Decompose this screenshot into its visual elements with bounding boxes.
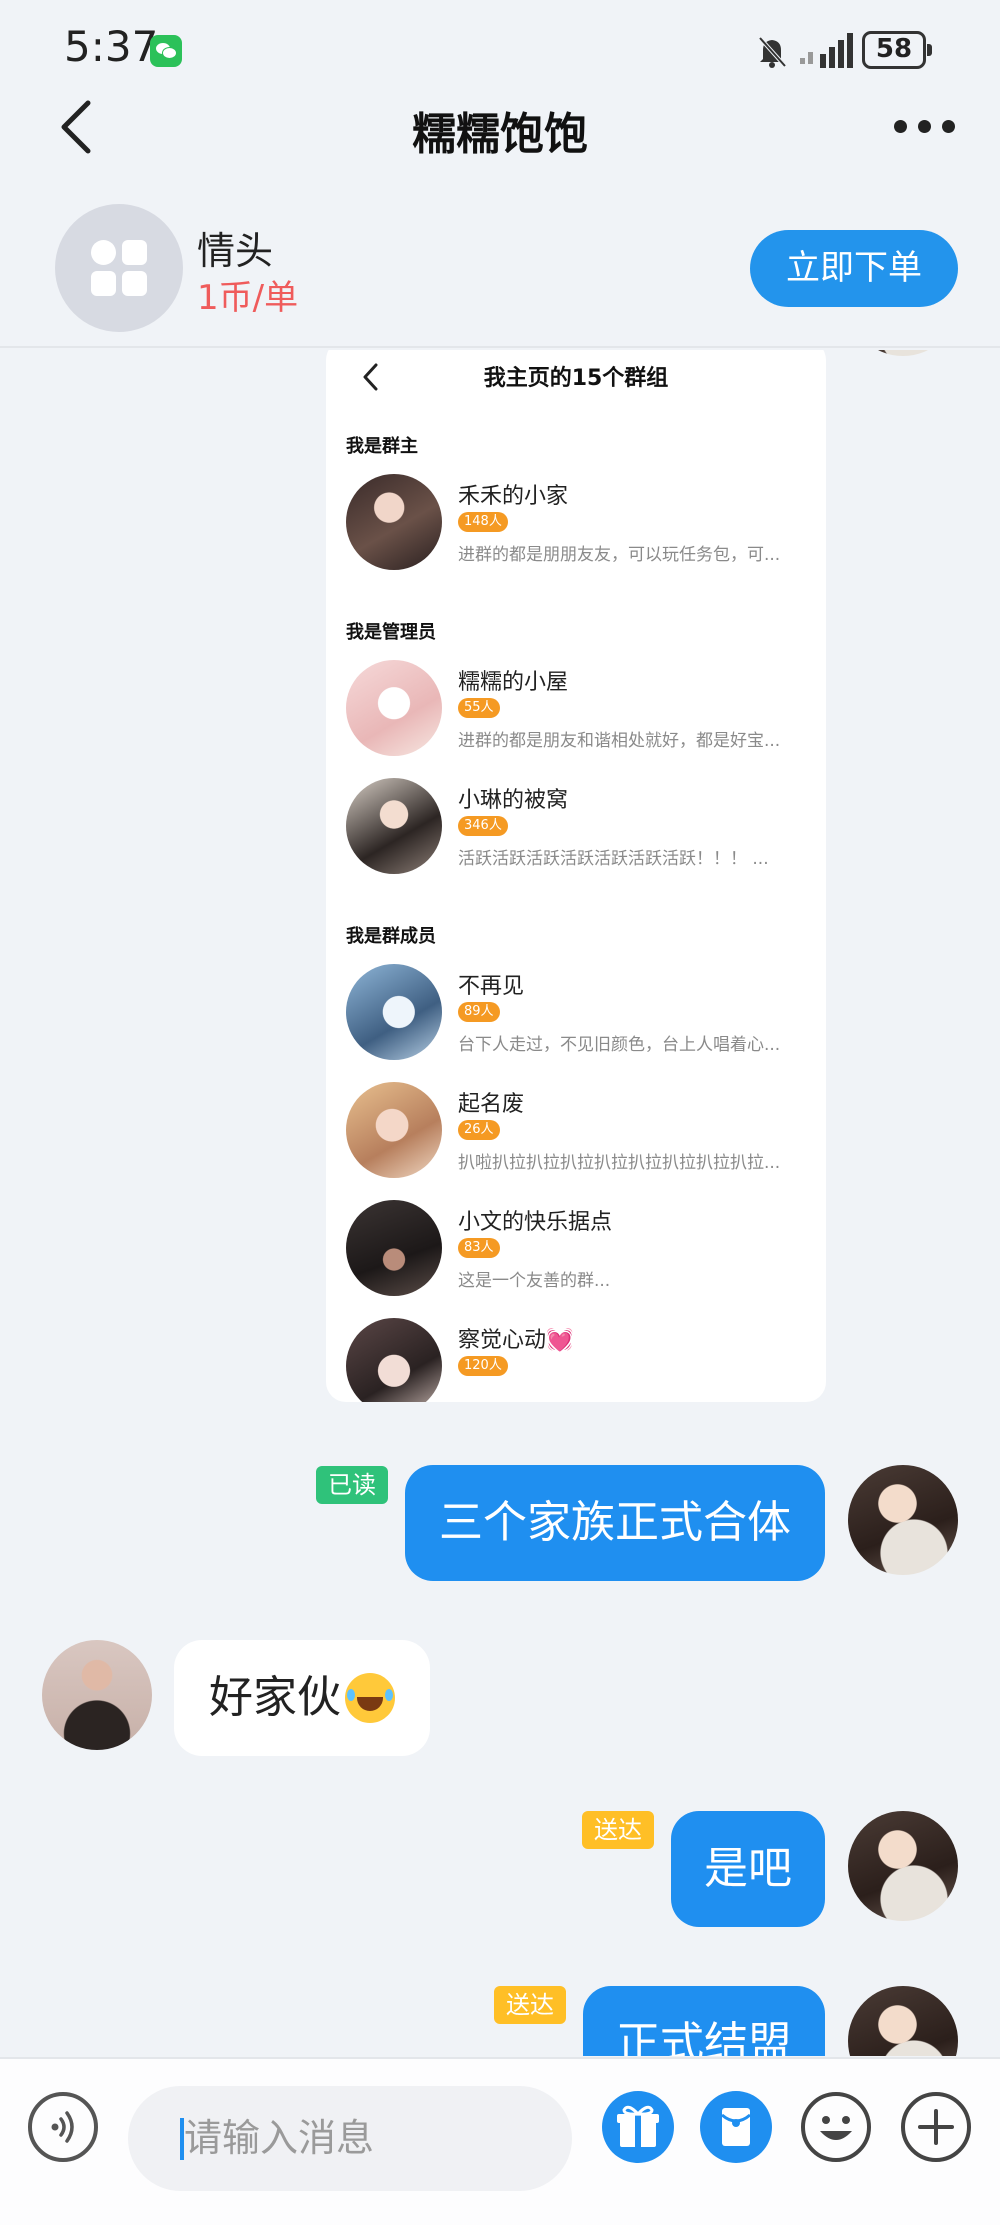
read-status-badge: 已读 — [316, 1466, 388, 1504]
shared-screenshot-message[interactable]: 我主页的15个群组 我是群主 禾禾的小家 148人 进群的都是朋朋友友，可以玩任… — [326, 350, 826, 1402]
message-bubble-incoming[interactable]: 好家伙 — [174, 1640, 430, 1756]
group-name: 糯糯的小屋 — [458, 670, 569, 695]
message-input[interactable]: 请输入消息 — [128, 2086, 572, 2191]
group-member-count-badge: 120人 — [458, 1356, 508, 1376]
group-name: 禾禾的小家 — [458, 484, 569, 509]
service-bar: 情头 1币/单 立即下单 — [0, 190, 1000, 348]
group-member-count-badge: 83人 — [458, 1238, 500, 1258]
group-description: 进群的都是朋友和谐相处就好，都是好宝... — [458, 731, 781, 751]
section-heading: 我是管理员 — [346, 622, 436, 643]
message-text: 好家伙 — [209, 1672, 341, 1723]
message-text: 是吧 — [704, 1843, 792, 1894]
group-member-count-badge: 26人 — [458, 1120, 500, 1140]
service-app-icon — [55, 204, 183, 332]
group-avatar — [346, 1318, 442, 1402]
delivered-status-badge: 送达 — [494, 1986, 566, 2024]
group-item: 察觉心动💓 120人 — [346, 1318, 816, 1402]
group-avatar — [346, 964, 442, 1060]
service-name: 情头 — [197, 229, 274, 273]
status-time: 5:37 — [64, 22, 159, 71]
group-description: 进群的都是朋朋友友，可以玩任务包，可... — [458, 545, 781, 565]
group-description: 台下人走过，不见旧颜色，台上人唱着心... — [458, 1035, 781, 1055]
red-packet-icon[interactable] — [700, 2091, 772, 2163]
my-avatar[interactable] — [848, 350, 958, 356]
service-price: 1币/单 — [197, 278, 299, 318]
group-description: 这是一个友善的群... — [458, 1271, 611, 1291]
group-description: 活跃活跃活跃活跃活跃活跃活跃！！！ ... — [458, 849, 769, 869]
group-item: 小琳的被窝 346人 活跃活跃活跃活跃活跃活跃活跃！！！ ... — [346, 778, 816, 878]
gift-icon[interactable] — [602, 2091, 674, 2163]
group-item: 起名废 26人 扒啦扒拉扒拉扒拉扒拉扒拉扒拉扒拉扒拉... — [346, 1082, 816, 1182]
group-member-count-badge: 148人 — [458, 512, 508, 532]
delivered-status-badge: 送达 — [582, 1811, 654, 1849]
group-name: 察觉心动💓 — [458, 1328, 574, 1353]
emoji-icon[interactable] — [800, 2091, 872, 2163]
chat-title: 糯糯饱饱 — [412, 109, 588, 160]
group-member-count-badge: 89人 — [458, 1002, 500, 1022]
group-description: 扒啦扒拉扒拉扒拉扒拉扒拉扒拉扒拉扒拉... — [458, 1153, 781, 1173]
contact-avatar[interactable] — [42, 1640, 152, 1750]
back-arrow-icon[interactable] — [52, 97, 108, 157]
laughing-emoji-icon — [345, 1673, 395, 1723]
group-item: 小文的快乐据点 83人 这是一个友善的群... — [346, 1200, 816, 1300]
group-name: 小文的快乐据点 — [458, 1210, 613, 1235]
my-avatar[interactable] — [848, 1811, 958, 1921]
input-bar: 请输入消息 — [0, 2057, 1000, 2225]
screenshot-title: 我主页的15个群组 — [483, 366, 669, 391]
order-now-button[interactable]: 立即下单 — [750, 230, 958, 307]
group-avatar — [346, 1200, 442, 1296]
group-item: 糯糯的小屋 55人 进群的都是朋友和谐相处就好，都是好宝... — [346, 660, 816, 760]
plus-icon[interactable] — [900, 2091, 972, 2163]
group-avatar — [346, 778, 442, 874]
group-avatar — [346, 1082, 442, 1178]
group-member-count-badge: 346人 — [458, 816, 508, 836]
battery-icon: 58 — [862, 31, 932, 69]
chat-messages[interactable]: 我主页的15个群组 我是群主 禾禾的小家 148人 进群的都是朋朋友友，可以玩任… — [0, 350, 1000, 2056]
my-avatar[interactable] — [848, 1465, 958, 1575]
message-bubble-outgoing[interactable]: 正式结盟 — [583, 1986, 825, 2056]
group-name: 小琳的被窝 — [458, 788, 569, 813]
group-avatar — [346, 474, 442, 570]
message-text: 三个家族正式合体 — [439, 1497, 791, 1548]
section-heading: 我是群主 — [346, 436, 418, 457]
group-name: 起名废 — [458, 1092, 525, 1117]
status-bar: 5:37 58 — [0, 0, 1000, 100]
group-member-count-badge: 55人 — [458, 698, 500, 718]
my-avatar[interactable] — [848, 1986, 958, 2056]
message-text: 正式结盟 — [616, 2018, 792, 2057]
group-item: 不再见 89人 台下人走过，不见旧颜色，台上人唱着心... — [346, 964, 816, 1064]
more-options-icon[interactable] — [890, 112, 960, 140]
message-bubble-outgoing[interactable]: 是吧 — [671, 1811, 825, 1927]
group-name: 不再见 — [458, 974, 525, 999]
wechat-icon — [150, 35, 182, 67]
signal-icon — [800, 33, 853, 68]
bell-off-icon — [758, 36, 787, 68]
group-avatar — [346, 660, 442, 756]
group-item: 禾禾的小家 148人 进群的都是朋朋友友，可以玩任务包，可... — [346, 474, 816, 574]
message-bubble-outgoing[interactable]: 三个家族正式合体 — [405, 1465, 825, 1581]
voice-input-icon[interactable] — [27, 2091, 99, 2163]
section-heading: 我是群成员 — [346, 926, 436, 947]
